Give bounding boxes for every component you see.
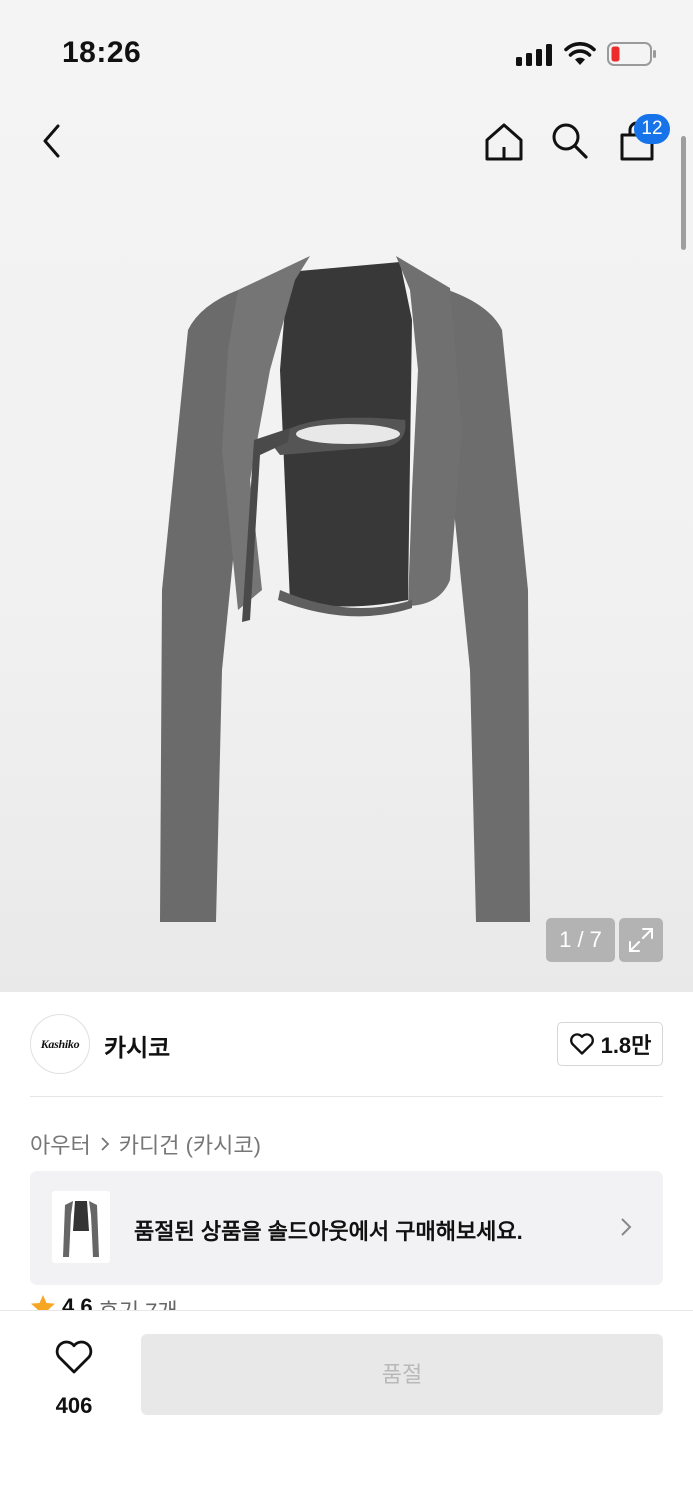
breadcrumb-category[interactable]: 아우터 — [30, 1128, 91, 1160]
brand-like-button[interactable]: 1.8만 — [557, 1022, 663, 1066]
product-image[interactable] — [150, 250, 550, 930]
scrollbar[interactable] — [681, 136, 686, 250]
battery-icon — [607, 42, 656, 66]
cardigan-thumbnail — [63, 1201, 99, 1257]
chevron-right-icon — [621, 1218, 632, 1236]
chevron-left-icon — [43, 124, 60, 158]
soldout-banner[interactable]: 품절된 상품을 솔드아웃에서 구매해보세요. — [30, 1171, 663, 1285]
cart-count-badge: 12 — [634, 114, 670, 144]
image-counter: 1 / 7 — [546, 918, 615, 962]
status-bar: 18:26 — [0, 0, 693, 100]
wishlist-button[interactable]: 406 — [34, 1337, 114, 1418]
home-icon — [485, 123, 523, 161]
expand-image-button[interactable] — [619, 918, 663, 962]
heart-icon — [569, 1033, 594, 1055]
breadcrumb: 아우터 카디건 (카시코) — [30, 1128, 261, 1160]
brand-logo[interactable]: Kashiko — [30, 1014, 90, 1074]
brand-logo-text: Kashiko — [40, 1036, 80, 1051]
wifi-icon — [564, 42, 596, 65]
heart-icon — [55, 1340, 93, 1374]
bottom-action-bar: 406 품절 — [0, 1310, 693, 1500]
divider — [30, 1096, 663, 1097]
top-nav — [0, 110, 693, 170]
brand-name[interactable]: 카시코 — [104, 1028, 170, 1063]
expand-icon — [629, 928, 653, 952]
banner-thumbnail — [52, 1191, 110, 1263]
home-button[interactable] — [481, 118, 527, 164]
search-icon — [552, 123, 588, 159]
chevron-right-icon — [101, 1137, 110, 1151]
soldout-banner-text: 품절된 상품을 솔드아웃에서 구매해보세요. — [134, 1219, 523, 1244]
brand-like-count: 1.8만 — [600, 1033, 652, 1058]
product-hero: 18:26 12 1 / 7 — [0, 0, 693, 992]
wishlist-count: 406 — [55, 1393, 93, 1418]
soldout-button[interactable]: 품절 — [141, 1334, 663, 1415]
search-button[interactable] — [547, 118, 593, 164]
brand-row: Kashiko 카시코 1.8만 — [0, 992, 693, 1096]
cellular-signal-icon — [516, 44, 554, 66]
breadcrumb-subcategory[interactable]: 카디건 (카시코) — [119, 1128, 261, 1160]
status-time: 18:26 — [62, 36, 142, 69]
back-button[interactable] — [29, 118, 75, 164]
